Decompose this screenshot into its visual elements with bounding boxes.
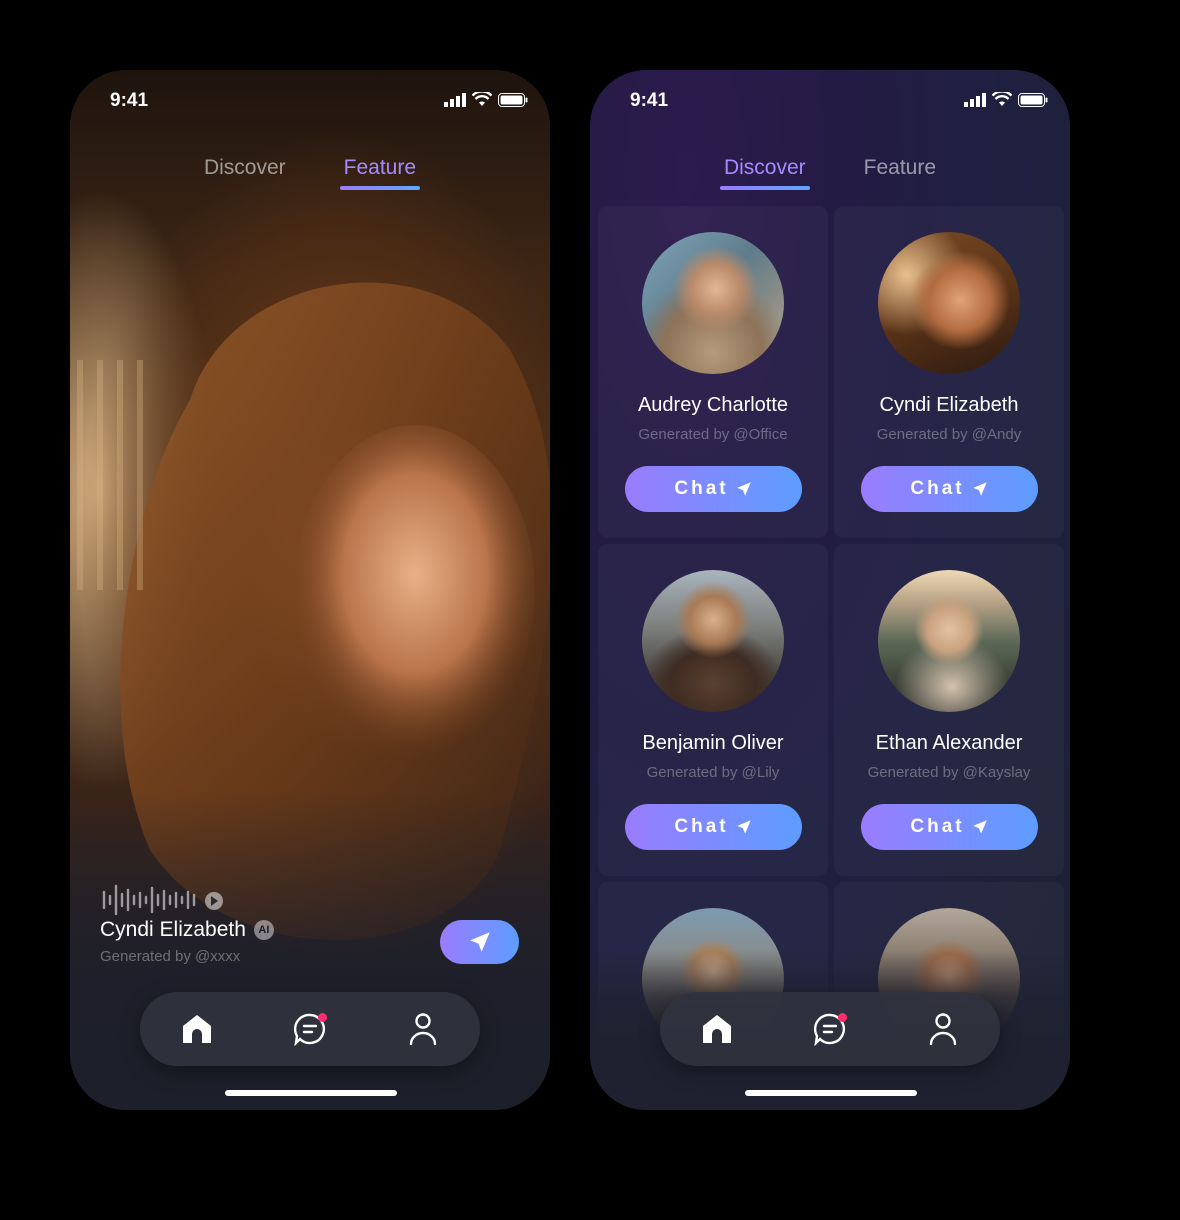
send-button[interactable]: [440, 920, 519, 964]
avatar: [642, 232, 784, 374]
send-icon: [469, 932, 490, 952]
nav-home-button[interactable]: [697, 1009, 737, 1049]
status-time: 9:41: [630, 90, 669, 111]
signal-icon: [964, 92, 986, 107]
home-icon: [702, 1015, 731, 1043]
status-time: 9:41: [110, 90, 149, 111]
status-icons: [444, 92, 528, 107]
character-generated-by: Generated by @Kayslay: [867, 764, 1031, 781]
signal-icon: [444, 92, 466, 107]
chat-button-label: Chat: [674, 816, 729, 837]
send-icon: [972, 820, 987, 834]
home-indicator: [225, 1090, 397, 1096]
nav-chat-button[interactable]: [290, 1009, 330, 1049]
nav-profile-button[interactable]: [403, 1009, 443, 1049]
tab-feature[interactable]: Feature: [864, 156, 936, 188]
avatar: [642, 570, 784, 712]
chat-button-label: Chat: [910, 816, 965, 837]
chat-button[interactable]: Chat: [861, 804, 1038, 850]
ai-badge: AI: [253, 920, 274, 940]
phone-discover-screen: 9:41 Discover Feature Audrey Charlotte G…: [590, 70, 1070, 1110]
character-card[interactable]: Audrey Charlotte Generated by @Office Ch…: [598, 206, 828, 538]
wifi-icon: [472, 92, 492, 106]
top-tabs: Discover Feature: [590, 156, 1070, 190]
tab-discover[interactable]: Discover: [719, 156, 810, 190]
character-card[interactable]: Cyndi Elizabeth Generated by @Andy Chat: [834, 206, 1064, 538]
chat-button-label: Chat: [674, 478, 729, 499]
nav-profile-button[interactable]: [923, 1009, 963, 1049]
profile-name: Cyndi Elizabeth: [100, 918, 246, 941]
send-icon: [736, 820, 751, 834]
nav-chat-button[interactable]: [810, 1009, 850, 1049]
character-name: Cyndi Elizabeth: [879, 394, 1019, 416]
home-indicator: [745, 1090, 917, 1096]
character-generated-by: Generated by @Lily: [646, 764, 780, 781]
character-generated-by: Generated by @Office: [638, 426, 788, 443]
send-icon: [972, 482, 987, 496]
chat-button[interactable]: Chat: [625, 804, 802, 850]
phone-feature-screen: 9:41 Discover Feature Cyndi Elizabeth AI…: [70, 70, 550, 1110]
bottom-nav: [660, 992, 1000, 1066]
voice-waveform-icon[interactable]: [102, 884, 232, 916]
wifi-icon: [992, 92, 1012, 106]
chat-button[interactable]: Chat: [625, 466, 802, 512]
profile-icon: [410, 1013, 437, 1046]
top-tabs: Discover Feature: [70, 156, 550, 190]
profile-generated-by: Generated by @xxxx: [100, 948, 241, 965]
character-name: Audrey Charlotte: [637, 394, 789, 416]
notification-dot: [317, 1013, 327, 1022]
avatar: [878, 570, 1020, 712]
avatar: [878, 232, 1020, 374]
battery-icon: [1018, 92, 1048, 107]
character-card[interactable]: Benjamin Oliver Generated by @Lily Chat: [598, 544, 828, 876]
chat-button[interactable]: Chat: [861, 466, 1038, 512]
battery-icon: [498, 92, 528, 107]
send-icon: [736, 482, 751, 496]
nav-home-button[interactable]: [177, 1009, 217, 1049]
notification-dot: [837, 1013, 847, 1022]
bottom-nav: [140, 992, 480, 1066]
status-icons: [964, 92, 1048, 107]
chat-button-label: Chat: [910, 478, 965, 499]
tab-feature[interactable]: Feature: [339, 156, 421, 190]
profile-icon: [930, 1013, 957, 1046]
character-name: Benjamin Oliver: [642, 732, 784, 754]
home-icon: [182, 1015, 211, 1043]
character-generated-by: Generated by @Andy: [876, 426, 1022, 443]
profile-name-row: Cyndi Elizabeth AI: [100, 918, 274, 942]
tab-discover[interactable]: Discover: [204, 156, 286, 188]
character-card[interactable]: Ethan Alexander Generated by @Kayslay Ch…: [834, 544, 1064, 876]
character-name: Ethan Alexander: [875, 732, 1023, 754]
